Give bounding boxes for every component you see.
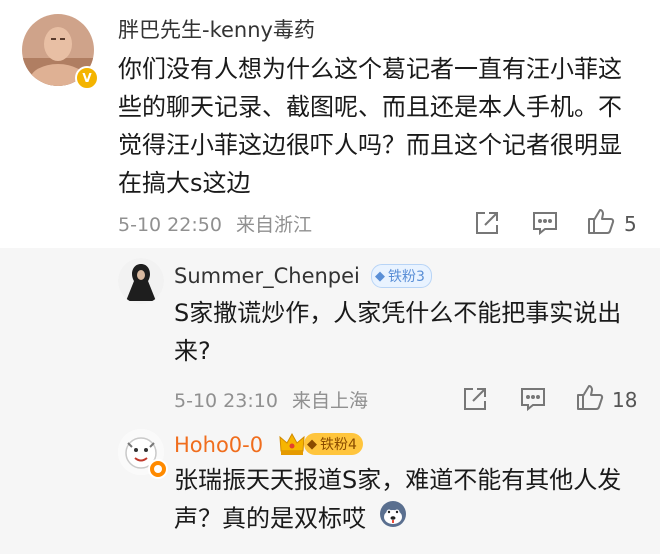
verified-badge: V	[75, 66, 99, 90]
comment-icon[interactable]	[530, 208, 560, 238]
reply-text: S家撒谎炒作，人家凭什么不能把事实说出来?	[174, 299, 622, 365]
like-icon[interactable]	[575, 382, 605, 412]
username[interactable]: Summer_Chenpei	[174, 262, 360, 290]
diamond-icon: ◆	[375, 268, 385, 284]
reply-item: Hoho0-0 ◆ 铁粉4 张瑞振天天报道S家，难道不能有其他人发声？真的是双标…	[0, 425, 660, 554]
fan-badge: ◆ 铁粉4	[304, 433, 363, 455]
comment-meta: 5-10 22:50 来自浙江	[118, 210, 312, 237]
diamond-icon: ◆	[307, 436, 317, 452]
comment-location: 来自浙江	[235, 214, 312, 236]
share-icon[interactable]	[460, 384, 490, 414]
avatar[interactable]	[118, 258, 164, 304]
comment-time: 5-10 22:50	[118, 214, 222, 236]
fan-badge: ◆ 铁粉3	[371, 264, 432, 288]
reply-meta: 5-10 23:10 来自上海	[174, 386, 368, 413]
reply-item: Summer_Chenpei ◆ 铁粉3 S家撒谎炒作，人家凭什么不能把事实说出…	[0, 248, 660, 425]
dog-face-icon	[378, 499, 408, 540]
fan-badge-label: 铁粉3	[388, 269, 425, 285]
comment-item: V 胖巴先生-kenny毒药 你们没有人想为什么这个葛记者一直有汪小菲这些的聊天…	[0, 0, 660, 248]
reply-text: 张瑞振天天报道S家，难道不能有其他人发声？真的是双标哎	[174, 461, 624, 540]
like-count: 5	[624, 212, 637, 236]
reply-location: 来自上海	[291, 390, 368, 412]
level-badge	[148, 459, 168, 479]
like-count: 18	[612, 388, 638, 412]
fan-badge-label: 铁粉4	[320, 437, 357, 453]
crown-icon	[278, 431, 306, 457]
share-icon[interactable]	[472, 208, 502, 238]
reply-time: 5-10 23:10	[174, 390, 278, 412]
comment-text: 你们没有人想为什么这个葛记者一直有汪小菲这些的聊天记录、截图呢、而且还是本人手机…	[118, 55, 622, 197]
comment-icon[interactable]	[518, 384, 548, 414]
username[interactable]: 胖巴先生-kenny毒药	[118, 16, 315, 44]
like-icon[interactable]	[586, 206, 616, 236]
username[interactable]: Hoho0-0	[174, 431, 263, 459]
